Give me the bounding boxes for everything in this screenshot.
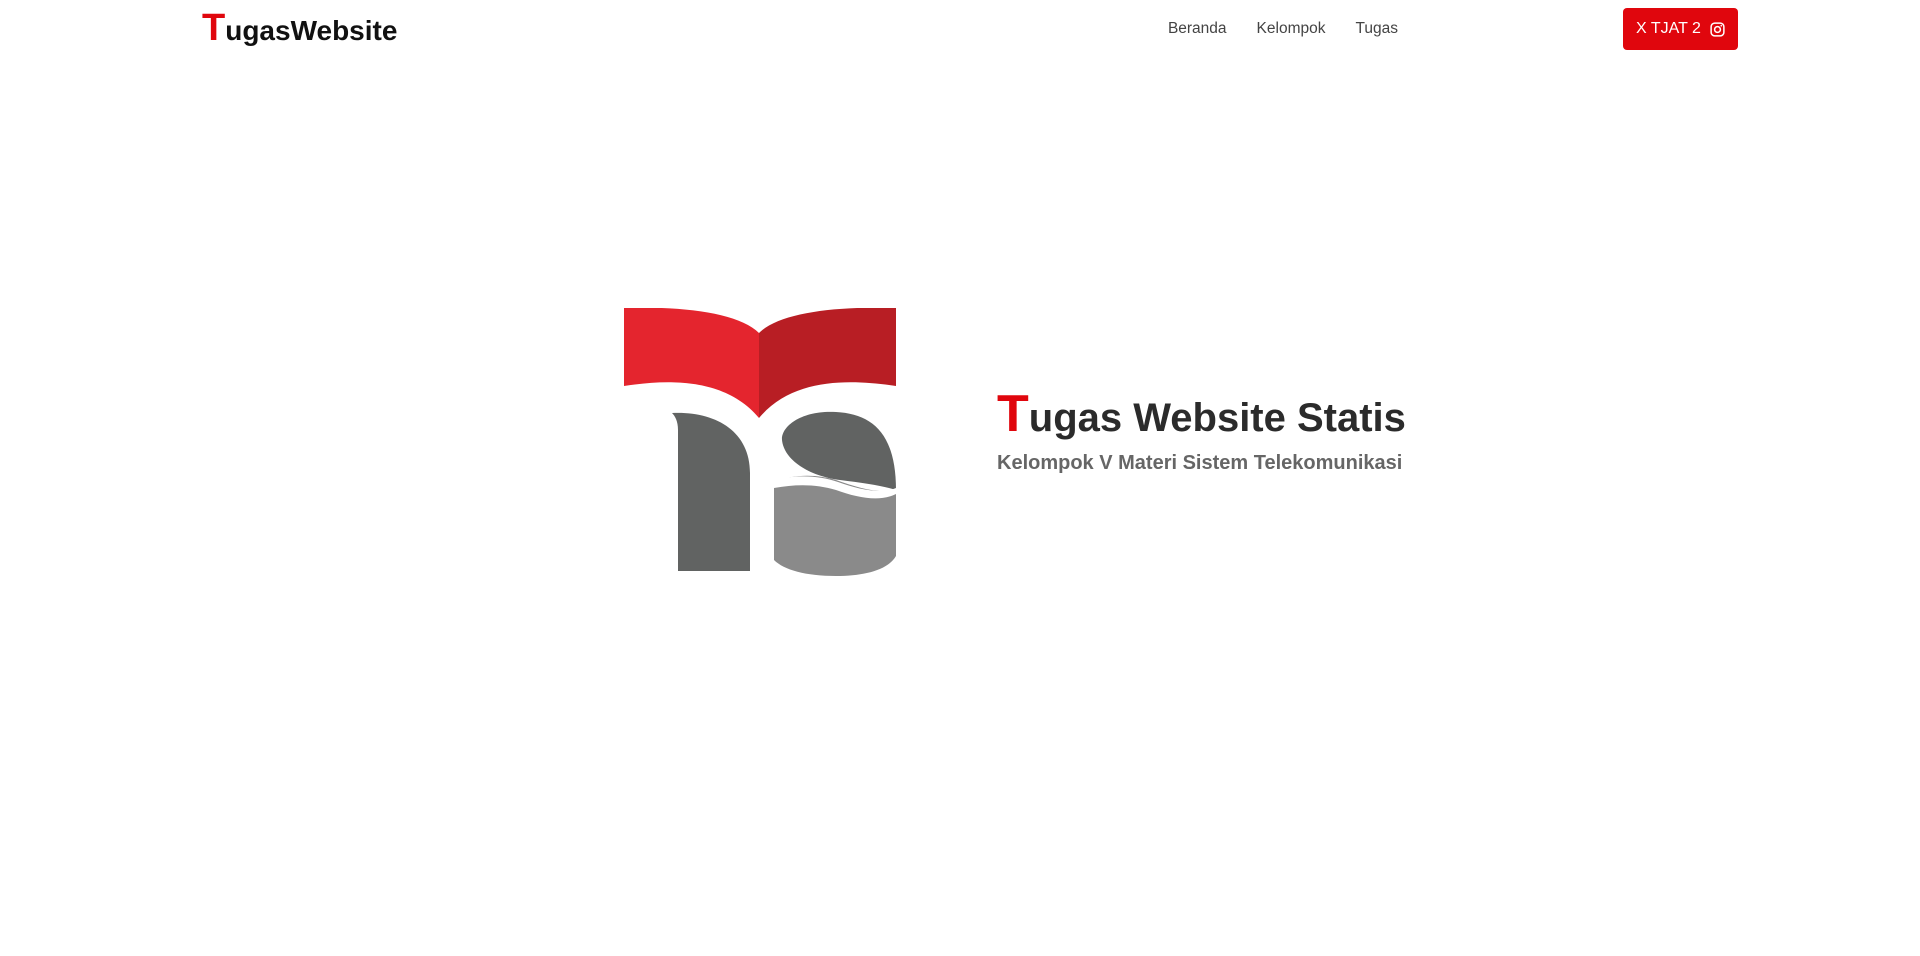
class-instagram-button-label: X TJAT 2 (1636, 20, 1701, 37)
nav-link-beranda[interactable]: Beranda (1168, 20, 1227, 38)
navbar: TugasWebsite Beranda Kelompok Tugas X TJ… (0, 0, 1920, 58)
hero-title-rest: ugas Website Statis (1028, 396, 1406, 440)
instagram-icon (1710, 21, 1725, 37)
brand-rest: ugasWebsite (225, 15, 398, 46)
ts-logo-gray-s-lower (774, 475, 896, 576)
hero-title: Tugas Website Statis (997, 388, 1406, 444)
ts-logo (624, 307, 896, 576)
hero-subtitle: Kelompok V Materi Sistem Telekomunikasi (997, 452, 1403, 474)
nav-link-kelompok[interactable]: Kelompok (1257, 20, 1326, 38)
ts-logo-red-right (759, 307, 896, 418)
brand-first-letter: T (202, 7, 226, 49)
brand-logo[interactable]: TugasWebsite (202, 6, 397, 53)
nav-links: Beranda Kelompok Tugas (1138, 0, 1398, 58)
class-instagram-button[interactable]: X TJAT 2 (1623, 8, 1738, 50)
ts-logo-gray-stem (672, 412, 750, 571)
nav-link-tugas[interactable]: Tugas (1355, 20, 1398, 38)
ts-logo-red-left (624, 307, 759, 418)
hero-text: Tugas Website Statis Kelompok V Materi S… (997, 388, 1406, 475)
hero-title-first-letter: T (997, 385, 1029, 443)
